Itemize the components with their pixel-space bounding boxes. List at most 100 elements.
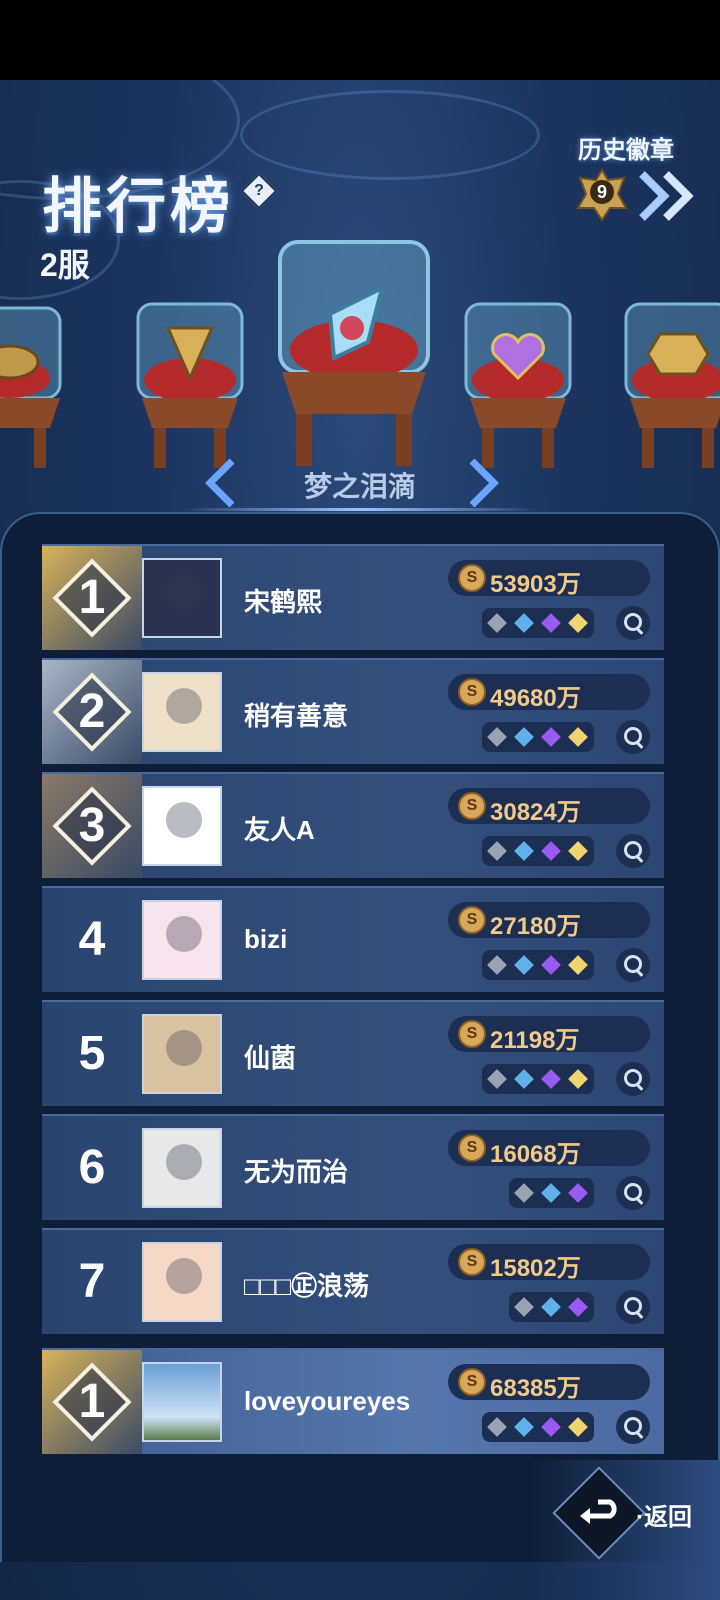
score-value: 27180万 [490, 913, 581, 940]
history-arrow-icon[interactable] [636, 166, 700, 226]
rank-badge: 7 [42, 1230, 142, 1334]
help-icon[interactable]: ? [240, 172, 278, 210]
gray-gem-icon [487, 727, 507, 747]
rank-badge: 6 [42, 1116, 142, 1220]
next-badge-button[interactable] [464, 455, 504, 511]
score-value: 15802万 [490, 1255, 581, 1282]
score-value: 49680万 [490, 685, 581, 712]
help-icon-glyph: ? [254, 182, 264, 199]
purple-gem-icon [541, 955, 561, 975]
my-rank-row[interactable]: 1 loveyoureyes S 68385万 [42, 1348, 664, 1454]
gray-gem-icon [487, 1417, 507, 1437]
rank-badge: 5 [42, 1002, 142, 1106]
wave-decoration [240, 90, 540, 180]
purple-gem-icon [541, 727, 561, 747]
avatar[interactable] [142, 1362, 222, 1442]
player-name: □□□㊣浪荡 [244, 1271, 370, 1301]
gem-tray [482, 950, 594, 980]
gem-tray [509, 1178, 594, 1208]
leaderboard-row[interactable]: 5 仙菌 S 21198万 [42, 1000, 664, 1106]
avatar[interactable] [142, 786, 222, 866]
avatar[interactable] [142, 558, 222, 638]
dream-teardrop-badge-display[interactable] [272, 238, 436, 474]
rank-number: 5 [78, 1027, 106, 1080]
gray-gem-icon [487, 955, 507, 975]
heart-wings-badge-display[interactable] [456, 298, 580, 478]
gray-gem-icon [487, 1069, 507, 1089]
turtle-badge-display[interactable] [0, 298, 80, 478]
leaderboard-row[interactable]: 3 友人A S 30824万 [42, 772, 664, 878]
rank-badge: 2 [42, 660, 142, 764]
rank-number: 7 [78, 1255, 106, 1308]
score-pill: S 15802万 [448, 1244, 650, 1282]
gray-gem-icon [487, 841, 507, 861]
gem-tray [482, 836, 594, 866]
gold-gem-icon [568, 727, 588, 747]
rank-badge: 1 [42, 1350, 142, 1454]
back-button-label[interactable]: ·返回 [636, 1497, 692, 1532]
purple-gem-icon [541, 1069, 561, 1089]
blue-gem-icon [514, 727, 534, 747]
avatar-figure [166, 916, 202, 952]
view-player-search-icon[interactable] [616, 720, 650, 754]
score-pill: S 68385万 [448, 1364, 650, 1402]
status-bar [0, 0, 720, 80]
leaderboard-row[interactable]: 1 宋鹤熙 S 53903万 [42, 544, 664, 650]
coin-badge-display[interactable] [616, 298, 720, 478]
view-player-search-icon[interactable] [616, 1290, 650, 1324]
view-player-search-icon[interactable] [616, 1062, 650, 1096]
view-player-search-icon[interactable] [616, 1176, 650, 1210]
rank-number: 3 [78, 799, 106, 852]
coin-icon: S [458, 792, 486, 820]
player-name: loveyoureyes [244, 1386, 411, 1416]
score-value: 53903万 [490, 571, 581, 598]
view-player-search-icon[interactable] [616, 834, 650, 868]
gem-tray [482, 608, 594, 638]
score-value: 21198万 [490, 1027, 580, 1054]
page-title: 排行榜 [42, 173, 234, 240]
avatar[interactable] [142, 900, 222, 980]
rank-number: 1 [78, 1375, 106, 1428]
gem-tray [482, 722, 594, 752]
avatar[interactable] [142, 1014, 222, 1094]
player-name: 无为而治 [244, 1157, 349, 1187]
score-value: 68385万 [490, 1375, 581, 1402]
leaderboard-row[interactable]: 7 □□□㊣浪荡 S 15802万 [42, 1228, 664, 1334]
player-name: 稍有善意 [244, 701, 349, 731]
gold-gem-icon [568, 841, 588, 861]
coin-icon: S [458, 1020, 486, 1048]
avatar[interactable] [142, 1128, 222, 1208]
golden-goblet-badge-display[interactable] [128, 298, 252, 478]
coin-icon: S [458, 564, 486, 592]
score-pill: S 16068万 [448, 1130, 650, 1168]
rank-number: 1 [78, 571, 106, 624]
leaderboard-row[interactable]: 6 无为而治 S 16068万 [42, 1114, 664, 1220]
leaderboard-row[interactable]: 2 稍有善意 S 49680万 [42, 658, 664, 764]
view-player-search-icon[interactable] [616, 948, 650, 982]
purple-gem-icon [568, 1183, 588, 1203]
blue-gem-icon [541, 1183, 561, 1203]
avatar[interactable] [142, 1242, 222, 1322]
purple-gem-icon [541, 613, 561, 633]
purple-gem-icon [541, 1417, 561, 1437]
player-name: 宋鹤熙 [244, 587, 323, 617]
coin-icon: S [458, 1134, 486, 1162]
history-badges-label[interactable]: 历史徽章 [578, 130, 674, 165]
leaderboard-row[interactable]: 4 bizi S 27180万 [42, 886, 664, 992]
coin-icon: S [458, 906, 486, 934]
view-player-search-icon[interactable] [616, 606, 650, 640]
gray-gem-icon [514, 1297, 534, 1317]
purple-gem-icon [541, 841, 561, 861]
avatar-figure [166, 574, 202, 610]
rank-number: 4 [78, 913, 106, 966]
gem-tray [482, 1412, 594, 1442]
rank-number: 2 [78, 685, 106, 738]
score-pill: S 27180万 [448, 902, 650, 940]
rank-badge: 1 [42, 546, 142, 650]
view-player-search-icon[interactable] [616, 1410, 650, 1444]
back-arrow-glyph [580, 1499, 617, 1524]
coin-icon: S [458, 1368, 486, 1396]
avatar-figure [166, 1030, 202, 1066]
history-count: 9 [590, 180, 614, 204]
avatar[interactable] [142, 672, 222, 752]
